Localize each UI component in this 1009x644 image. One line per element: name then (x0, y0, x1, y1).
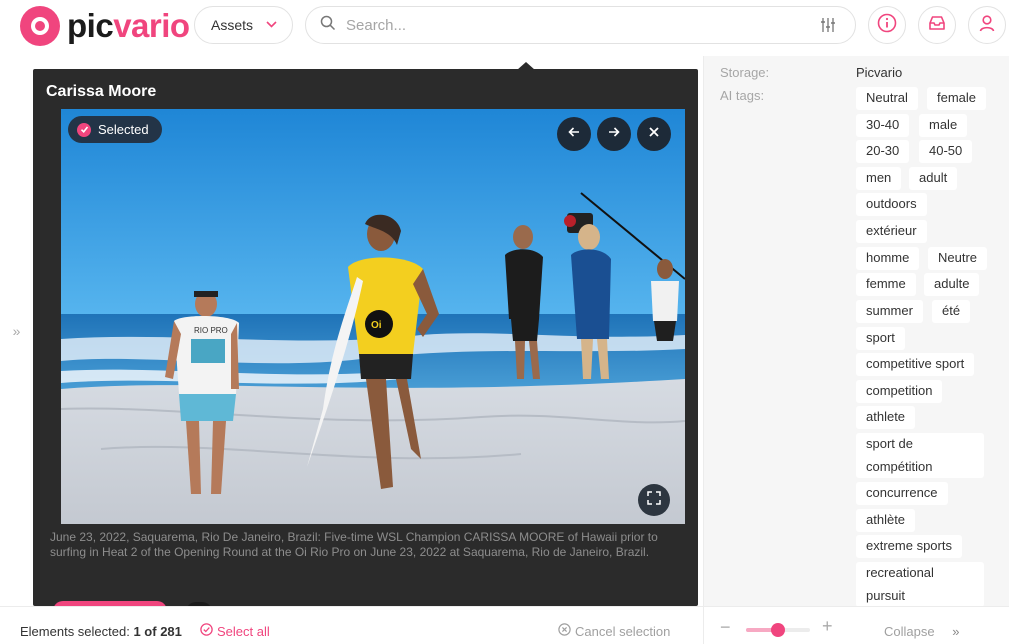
fullscreen-button[interactable] (638, 484, 670, 516)
search-icon (320, 15, 336, 36)
double-chevron-right-icon: » (952, 624, 960, 639)
zoom-control: − + Collapse » (703, 607, 1009, 644)
selected-label: Selected (98, 122, 149, 137)
ai-tag[interactable]: femme (856, 273, 916, 296)
jersey-number-text: Oi (371, 320, 382, 331)
cancel-selection-label: Cancel selection (575, 623, 671, 639)
assets-dropdown[interactable]: Assets (194, 6, 293, 44)
ai-tag[interactable]: female (927, 87, 987, 110)
ai-tag[interactable]: athlete (856, 406, 916, 429)
ai-tag[interactable]: été (932, 300, 971, 323)
ai-tag[interactable]: recreational pursuit (856, 562, 984, 606)
assets-dropdown-label: Assets (211, 17, 254, 33)
check-icon (77, 122, 91, 137)
previous-asset-button[interactable] (557, 117, 591, 151)
zoom-slider-thumb[interactable] (771, 623, 785, 637)
elements-selected-count: 1 of 281 (133, 624, 182, 639)
details-sidebar: Storage: Picvario AI tags: Neutral femal… (703, 56, 1009, 606)
select-all-button[interactable]: Select all (200, 623, 270, 639)
asset-preview-panel: Carissa Moore RIO PRO Oi Selected June 2… (33, 69, 698, 606)
asset-title: Carissa Moore (46, 83, 157, 100)
ai-tag[interactable]: concurrence (856, 482, 948, 505)
zoom-slider[interactable] (746, 623, 810, 637)
search-box (305, 6, 856, 44)
inbox-button[interactable] (918, 6, 956, 44)
fullscreen-icon (647, 490, 661, 510)
ai-tag[interactable]: athlète (856, 509, 916, 532)
asset-caption: June 23, 2022, Saquarema, Rio De Janeiro… (50, 530, 658, 559)
cancel-selection-button[interactable]: Cancel selection (558, 623, 670, 639)
elements-selected-prefix: Elements selected: (20, 624, 130, 639)
ai-tag[interactable]: 20-30 (856, 140, 910, 163)
info-icon (877, 13, 897, 38)
zoom-in-button[interactable]: + (822, 616, 833, 637)
logo-mark-icon (20, 6, 60, 46)
selection-bar: Elements selected: 1 of 281 Select all C… (0, 606, 1009, 644)
ai-tag[interactable]: Neutre (928, 247, 988, 270)
shirt-brand-text: RIO PRO (194, 326, 228, 335)
arrow-right-icon (607, 125, 621, 144)
ai-tag[interactable]: adulte (924, 273, 980, 296)
logo-text: picvario (67, 7, 190, 44)
selected-toggle[interactable]: Selected (68, 116, 162, 143)
ai-tag[interactable]: summer (856, 300, 923, 323)
ai-tag[interactable]: Neutral (856, 87, 918, 110)
storage-value: Picvario (856, 65, 903, 80)
ai-tags-label: AI tags: (720, 88, 765, 103)
close-circle-icon (558, 623, 571, 639)
ai-tag[interactable]: extreme sports (856, 535, 962, 558)
picvario-logo[interactable]: picvario (20, 6, 190, 46)
close-icon (648, 125, 660, 143)
ai-tag[interactable]: adult (909, 167, 958, 190)
chevron-down-icon (266, 19, 277, 31)
asset-photo[interactable]: RIO PRO Oi Selected (61, 109, 685, 524)
ai-tag[interactable]: competition (856, 380, 943, 403)
info-button[interactable] (868, 6, 906, 44)
expand-left-panel-toggle[interactable]: » (0, 56, 33, 606)
elements-selected-status: Elements selected: 1 of 281 (20, 624, 182, 639)
ai-tag[interactable]: homme (856, 247, 920, 270)
arrow-left-icon (567, 125, 581, 144)
close-preview-button[interactable] (637, 117, 671, 151)
zoom-out-button[interactable]: − (720, 617, 731, 638)
top-bar: picvario Assets (0, 0, 1009, 56)
collapse-button[interactable]: Collapse » (884, 624, 959, 639)
next-asset-button[interactable] (597, 117, 631, 151)
user-icon (977, 13, 997, 38)
check-circle-icon (200, 623, 213, 639)
ai-tag[interactable]: competitive sport (856, 353, 975, 376)
ai-tag[interactable]: extérieur (856, 220, 927, 243)
storage-label: Storage: (720, 65, 770, 80)
ai-tag[interactable]: sport (856, 327, 905, 350)
ai-tag[interactable]: outdoors (856, 193, 927, 216)
ai-tag[interactable]: male (919, 114, 968, 137)
user-button[interactable] (968, 6, 1006, 44)
inbox-icon (927, 13, 947, 38)
select-all-label: Select all (217, 623, 270, 639)
ai-tag[interactable]: sport de compétition (856, 433, 984, 478)
ai-tag[interactable]: 40-50 (919, 140, 973, 163)
collapse-label: Collapse (884, 624, 935, 639)
filter-icon[interactable] (819, 16, 837, 39)
beach-photo-illustration: RIO PRO Oi (61, 109, 685, 524)
search-input[interactable] (346, 16, 786, 34)
ai-tag[interactable]: 30-40 (856, 114, 910, 137)
ai-tag[interactable]: men (856, 167, 902, 190)
